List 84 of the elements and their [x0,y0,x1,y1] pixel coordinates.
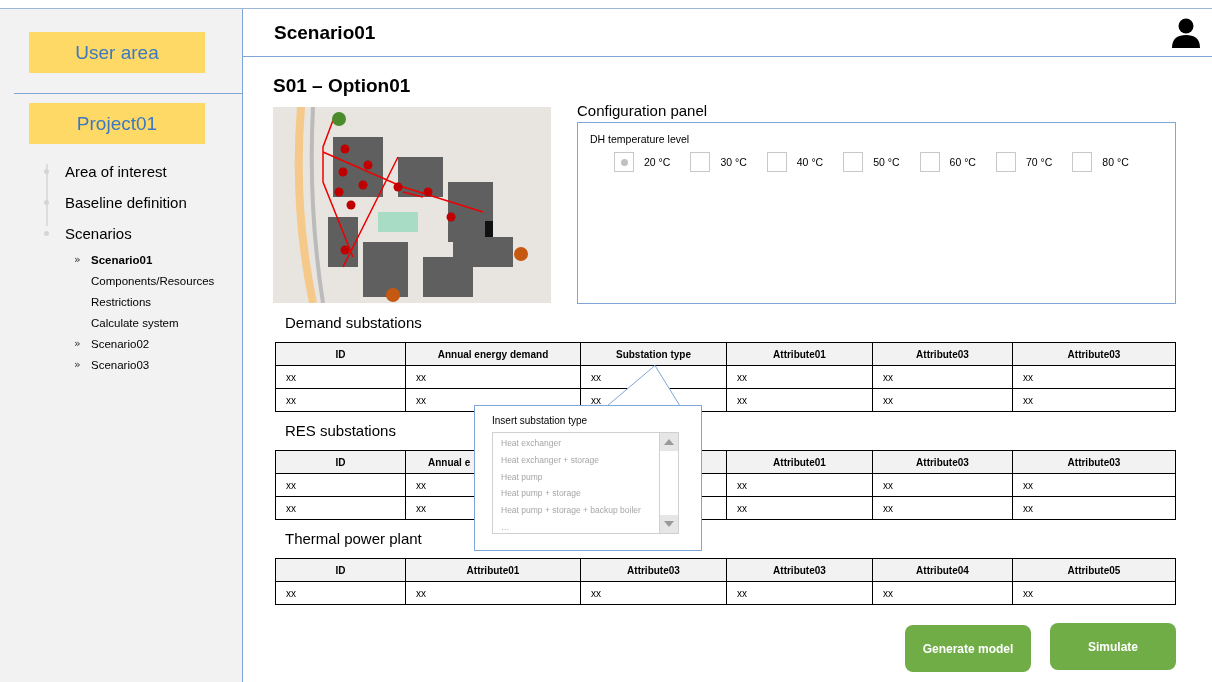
column-header: Attribute03 [1013,343,1176,366]
table-cell: xx [1013,582,1176,605]
section-title: Demand substations [285,314,422,332]
option-label: 70 °C [1025,156,1053,168]
column-header: ID [276,343,406,366]
user-icon[interactable] [1172,17,1200,48]
list-option[interactable]: Heat exchanger [501,435,651,452]
nav-item[interactable]: Scenario03 [91,358,150,371]
nav-item[interactable]: Scenario01 [91,253,153,266]
temperature-checkbox[interactable] [843,152,864,172]
table-cell: xx [727,582,873,605]
column-header: Attribute04 [873,559,1013,582]
user-area-button[interactable]: User area [29,32,205,73]
option-label: 30 °C [720,156,747,168]
table-cell: xx [276,497,406,520]
option-label: 80 °C [1102,156,1129,168]
column-header: Attribute05 [1013,559,1176,582]
column-header: Attribute03 [727,559,873,582]
table-cell: xx [1013,389,1176,412]
column-header: Attribute03 [873,343,1013,366]
type-listbox[interactable]: Heat exchanger Heat exchanger + storage Heat pump Heat pump + storage Heat pump + storage + backup boiler … [492,432,679,534]
table-cell: xx [1013,497,1176,520]
option-label: 50 °C [873,156,900,168]
table-cell: xx [727,474,873,497]
section-title: Thermal power plant [285,530,422,548]
table-cell: xx [276,582,406,605]
chevron-icon: » [74,358,83,371]
column-header: Substation type [581,343,727,366]
table-cell: xx [1013,366,1176,389]
column-header: Attribute03 [581,559,727,582]
section-title: RES substations [285,422,396,440]
chevron-icon: » [74,337,83,350]
column-header: Attribute01 [727,343,873,366]
nav-item[interactable]: Area of interest [65,163,167,180]
column-header: ID [276,451,406,474]
nav-item[interactable]: Scenarios [65,225,132,242]
nav-item[interactable]: Baseline definition [65,194,187,211]
scroll-down-icon[interactable] [660,515,678,533]
table-cell: xx [727,497,873,520]
table-cell: xx [1013,474,1176,497]
option-label: 40 °C [796,156,824,168]
option-label: 60 °C [949,156,976,168]
table-cell: xx [873,366,1013,389]
table-cell: xx [873,389,1013,412]
table-cell: xx [276,366,406,389]
action-button[interactable]: Generate model [905,625,1031,672]
project-button[interactable]: Project01 [29,103,205,144]
table-cell: xx [276,474,406,497]
temperature-checkbox[interactable] [995,152,1016,172]
panel-title: Configuration panel [577,102,709,121]
temperature-checkbox[interactable] [690,152,711,172]
table-cell: xx [873,474,1013,497]
table-cell: xx [406,582,581,605]
column-header: Attribute01 [727,451,873,474]
bullet-icon [44,231,49,236]
action-button[interactable]: Simulate [1050,623,1176,670]
temperature-checkbox[interactable] [766,152,787,172]
page-title: S01 – Option01 [273,75,411,98]
table-cell: xx [873,582,1013,605]
temperature-checkbox[interactable] [614,152,634,172]
temperature-checkbox[interactable] [919,152,940,172]
nav-item[interactable]: Components/Resources [91,274,215,287]
table-cell: xx [581,582,727,605]
table-cell: xx [873,497,1013,520]
header-title: Scenario01 [274,21,376,44]
column-header: Annual energy demand [406,343,581,366]
column-header: Attribute03 [873,451,1013,474]
list-option[interactable]: … [501,518,651,533]
table-cell: xx [727,366,873,389]
column-header: Attribute01 [406,559,581,582]
popup-title: Insert substation type [492,415,589,426]
scroll-up-icon[interactable] [660,433,678,451]
table-cell: xx [406,366,581,389]
group-label: DH temperature level [590,133,691,145]
nav-item[interactable]: Calculate system [91,316,179,329]
table-cell: xx [276,389,406,412]
table-cell: xx [727,389,873,412]
nav-item[interactable]: Scenario02 [91,337,150,350]
column-header: Attribute03 [1013,451,1176,474]
nav-item[interactable]: Restrictions [91,295,152,308]
chevron-icon: » [74,253,83,266]
option-label: 20 °C [644,156,671,168]
temperature-checkbox[interactable] [1072,152,1093,172]
column-header: ID [276,559,406,582]
